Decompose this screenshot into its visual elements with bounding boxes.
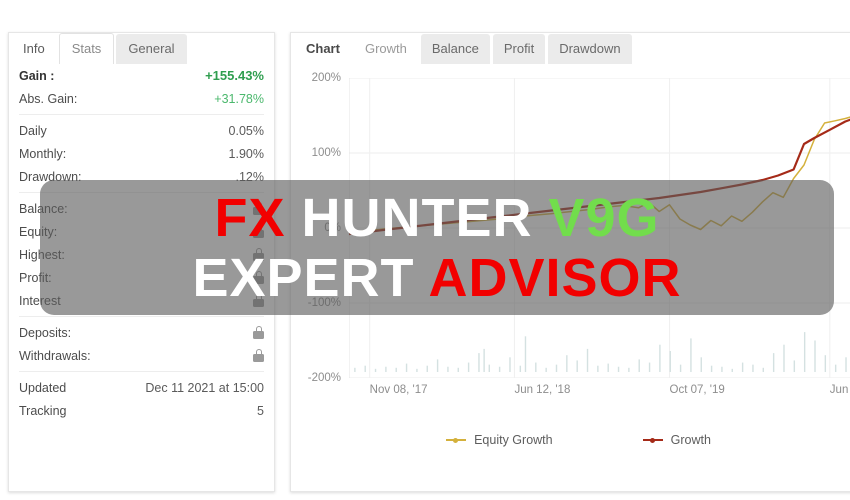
stats-tabbar: Info Stats General [9, 33, 274, 64]
page-root: Info Stats General Gain : +155.43% Abs. Gain… [0, 0, 850, 500]
stats-row: Gain : +155.43% [19, 64, 264, 87]
stats-row-label: Monthly: [19, 146, 67, 161]
stats-row: Tracking 5 [19, 399, 264, 422]
stats-row-label: Gain : [19, 68, 55, 83]
legend-item[interactable]: Growth [642, 433, 711, 447]
stats-row-label: Withdrawals: [19, 348, 91, 363]
x-tick-label: Oct 07, '19 [669, 384, 725, 396]
stats-row-value: 1.90% [228, 146, 264, 161]
x-tick-label: Jun 12, '18 [514, 384, 571, 396]
chart-legend: Equity Growth Growth [291, 433, 850, 447]
promo-word: FX [214, 187, 286, 248]
stats-row-value: 5 [257, 403, 264, 418]
y-tick-label: 200% [311, 72, 341, 84]
y-tick-label: -200% [307, 372, 341, 384]
x-tick-label: Jun 18, '20 [829, 384, 850, 396]
stats-row-value: Dec 11 2021 at 15:00 [145, 380, 264, 395]
stats-tab-info[interactable]: Info [11, 34, 57, 64]
row-divider [19, 316, 264, 317]
x-axis-labels: Nov 08, '17 Jun 12, '18 Oct 07, '19 Jun 18,… [349, 384, 850, 404]
stats-row-value: +155.43% [205, 68, 264, 83]
row-divider [19, 371, 264, 372]
stats-row: Deposits: [19, 321, 264, 344]
stats-row-label: Tracking [19, 403, 67, 418]
promo-title-line2: EXPERT ADVISOR [192, 248, 681, 308]
promo-word: ADVISOR [428, 247, 682, 308]
chart-tab-balance[interactable]: Balance [420, 34, 490, 64]
stats-row: Monthly: 1.90% [19, 142, 264, 165]
chart-tab-profit[interactable]: Profit [492, 34, 546, 64]
legend-label: Growth [670, 433, 711, 447]
stats-tab-stats[interactable]: Stats [58, 33, 115, 64]
legend-swatch-icon [642, 438, 663, 443]
stats-row: Abs. Gain: +31.78% [19, 87, 264, 110]
promo-overlay: FX HUNTER V9G EXPERT ADVISOR [40, 180, 834, 315]
legend-label: Equity Growth [474, 433, 553, 447]
stats-tab-general[interactable]: General [116, 34, 187, 64]
y-tick-label: 100% [311, 147, 341, 159]
lock-icon [253, 326, 264, 339]
chart-tabbar: Chart Growth Balance Profit Drawdown [291, 33, 850, 64]
stats-row: Daily 0.05% [19, 119, 264, 142]
stats-row-label: Abs. Gain: [19, 91, 78, 106]
legend-swatch-icon [446, 438, 467, 443]
stats-row-value: 0.05% [228, 123, 264, 138]
promo-word: EXPERT [192, 247, 429, 308]
stats-row-label: Deposits: [19, 325, 72, 340]
stats-row: Updated Dec 11 2021 at 15:00 [19, 376, 264, 399]
lock-icon [253, 349, 264, 362]
x-tick-label: Nov 08, '17 [369, 384, 428, 396]
legend-item[interactable]: Equity Growth [446, 433, 553, 447]
stats-row-label: Updated [19, 380, 67, 395]
promo-title-line1: FX HUNTER V9G [214, 188, 659, 248]
chart-tab-chart[interactable]: Chart [295, 34, 351, 64]
chart-tab-drawdown[interactable]: Drawdown [548, 34, 632, 64]
chart-tab-growth[interactable]: Growth [353, 34, 418, 64]
stats-row-value: +31.78% [214, 91, 264, 106]
promo-word: V9G [548, 187, 660, 248]
row-divider [19, 114, 264, 115]
stats-row: Withdrawals: [19, 344, 264, 367]
stats-row-label: Daily [19, 123, 47, 138]
promo-word: HUNTER [285, 187, 549, 248]
